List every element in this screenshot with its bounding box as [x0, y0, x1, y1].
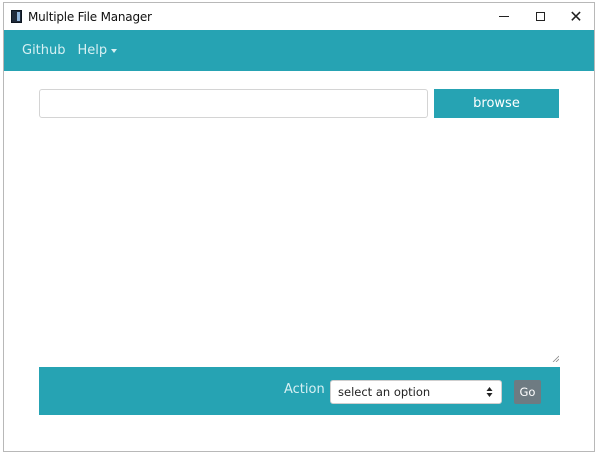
file-list-textarea[interactable] — [39, 125, 560, 363]
close-icon: ✕ — [569, 7, 583, 26]
app-window: Multiple File Manager ✕ Github Help brow… — [3, 2, 595, 452]
action-select[interactable]: select an option — [330, 380, 502, 404]
minimize-button[interactable] — [486, 3, 522, 30]
close-button[interactable]: ✕ — [558, 3, 594, 30]
nav-help-label: Help — [77, 43, 108, 58]
go-button[interactable]: Go — [514, 380, 541, 404]
action-label: Action : — [284, 382, 334, 397]
caret-down-icon — [111, 48, 118, 53]
nav-github-link[interactable]: Github — [22, 43, 66, 58]
nav-github-label: Github — [22, 43, 66, 58]
go-button-label: Go — [519, 385, 536, 399]
nav-help-dropdown[interactable]: Help — [78, 43, 118, 58]
action-select-value: select an option — [338, 385, 431, 399]
maximize-button[interactable] — [522, 3, 558, 30]
path-input[interactable] — [39, 89, 428, 118]
resize-grip-icon[interactable] — [552, 355, 559, 362]
navbar: Github Help — [4, 30, 594, 71]
browse-button-label: browse — [473, 96, 520, 111]
maximize-icon — [535, 12, 545, 21]
updown-arrows-icon — [486, 387, 493, 397]
minimize-icon — [499, 16, 509, 17]
action-bar: Action : select an option Go — [39, 367, 560, 415]
app-icon — [11, 10, 22, 23]
title-bar[interactable]: Multiple File Manager ✕ — [4, 3, 594, 30]
window-title: Multiple File Manager — [28, 10, 152, 24]
browse-button[interactable]: browse — [434, 89, 559, 118]
